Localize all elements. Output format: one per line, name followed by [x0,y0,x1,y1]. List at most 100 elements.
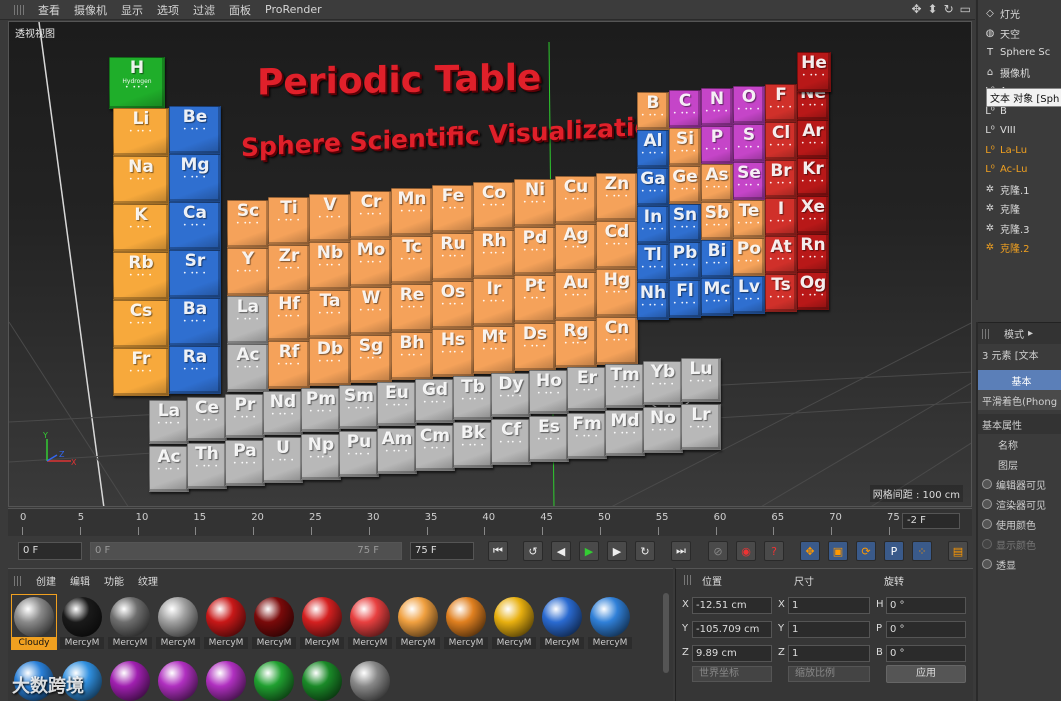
size-z-field[interactable]: 1 [788,645,870,662]
object-row[interactable]: L⁰ Ac-Lu [978,160,1061,180]
material-swatch[interactable]: MercyM [204,595,248,649]
film-icon[interactable]: ▤ [948,541,968,561]
param-key-icon[interactable]: P [884,541,904,561]
material-swatch[interactable] [252,659,296,701]
world-coords-dropdown[interactable]: 世界坐标 [692,666,772,682]
object-row[interactable]: ⌂ 摄像机 [978,63,1061,83]
element-tile: Sr • •• • [169,250,221,298]
material-swatch[interactable]: MercyM [156,595,200,649]
object-row[interactable]: ✲ 克隆.2 [978,238,1061,258]
tab-phong[interactable]: 平滑着色(Phong [978,390,1061,410]
next-key-icon[interactable]: ↻ [635,541,655,561]
menu-view[interactable]: 查看 [38,2,60,18]
prev-frame-icon[interactable]: ◀ [551,541,571,561]
apply-button[interactable]: 应用 [886,665,966,683]
position-x-field[interactable]: -12.51 cm [692,597,772,614]
material-swatch[interactable] [204,659,248,701]
record-disabled-icon[interactable]: ⊘ [708,541,728,561]
radio-icon[interactable] [982,559,992,569]
menu-prorender[interactable]: ProRender [265,3,322,16]
grip-icon[interactable] [14,575,22,586]
menu-texture[interactable]: 纹理 [138,573,158,588]
material-swatch[interactable] [108,659,152,701]
menu-panel[interactable]: 面板 [229,2,251,18]
rotate-view-icon[interactable]: ↻ [944,2,954,16]
scale-dropdown[interactable]: 缩放比例 [788,666,870,682]
object-row[interactable]: ◍ 天空 [978,24,1061,44]
material-swatch[interactable]: MercyM [300,595,344,649]
material-swatch[interactable] [348,659,392,701]
menu-edit[interactable]: 编辑 [70,573,90,588]
maximize-view-icon[interactable]: ▭ [960,2,971,16]
range-slider[interactable]: 0 F 75 F [90,542,402,560]
position-y-field[interactable]: -105.709 cm [692,621,772,638]
object-row[interactable]: ✲ 克隆 [978,199,1061,219]
menu-options[interactable]: 选项 [157,2,179,18]
go-to-end-icon[interactable]: ⏭ [671,541,691,561]
radio-icon[interactable] [982,519,992,529]
menu-filter[interactable]: 过滤 [193,2,215,18]
material-ball [542,597,582,637]
material-swatch[interactable]: MercyM [444,595,488,649]
move-view-icon[interactable]: ✥ [911,2,921,16]
go-to-start-icon[interactable]: ⏮ [488,541,508,561]
keyframe-help-icon[interactable]: ? [764,541,784,561]
arrow-right-icon[interactable]: ▸ [1028,328,1033,339]
radio-icon[interactable] [982,479,992,489]
move-key-icon[interactable]: ✥ [800,541,820,561]
grip-icon[interactable] [982,328,990,339]
element-symbol: Nh [639,283,667,303]
material-swatch[interactable]: MercyM [588,595,632,649]
next-frame-icon[interactable]: ▶ [607,541,627,561]
grip-icon[interactable] [14,4,24,15]
play-icon[interactable]: ▶ [579,541,599,561]
grip-icon[interactable] [684,575,692,585]
menu-camera[interactable]: 摄像机 [74,2,107,18]
object-row[interactable]: L⁰ VIII [978,121,1061,141]
material-swatch[interactable]: MercyM [252,595,296,649]
material-swatch[interactable]: MercyM [396,595,440,649]
material-scrollbar[interactable] [663,593,669,673]
end-frame-field[interactable]: 75 F [410,542,474,560]
scale-key-icon[interactable]: ▣ [828,541,848,561]
material-swatch[interactable]: MercyM [348,595,392,649]
menu-function[interactable]: 功能 [104,573,124,588]
mode-menu[interactable]: 模式 [1004,326,1024,341]
rotation-b-field[interactable]: 0 ° [886,645,966,662]
perspective-viewport[interactable]: 透视视图 网格间距 : 100 cm Y Z X Periodic Table … [8,21,972,507]
pla-key-icon[interactable]: ⁘ [912,541,932,561]
transparency-row[interactable]: 透显 [978,554,1061,574]
material-swatch[interactable]: MercyM [60,595,104,649]
object-row[interactable]: ◇ 灯光 [978,4,1061,24]
use-color-row[interactable]: 使用颜色 [978,514,1061,534]
rotation-p-field[interactable]: 0 ° [886,621,966,638]
render-visible-row[interactable]: 渲染器可见 [978,494,1061,514]
tab-basic[interactable]: 基本 [978,370,1061,390]
material-swatch[interactable] [156,659,200,701]
object-row[interactable]: L⁰ La-Lu [978,141,1061,161]
menu-create[interactable]: 创建 [36,573,56,588]
material-swatch[interactable] [300,659,344,701]
object-row[interactable]: ✲ 克隆.3 [978,219,1061,239]
start-frame-field[interactable]: 0 F [18,542,82,560]
rotation-h-field[interactable]: 0 ° [886,597,966,614]
material-swatch[interactable]: Cloudy [11,594,57,650]
prev-key-icon[interactable]: ↺ [523,541,543,561]
size-x-field[interactable]: 1 [788,597,870,614]
menu-display[interactable]: 显示 [121,2,143,18]
size-y-field[interactable]: 1 [788,621,870,638]
radio-icon[interactable] [982,499,992,509]
autokey-icon[interactable]: ◉ [736,541,756,561]
timeline-ruler[interactable]: 0 5 10 15 20 25 30 35 40 45 50 55 60 65 70 75 -2 F [8,508,972,536]
rotate-key-icon[interactable]: ⟳ [856,541,876,561]
object-row[interactable]: ✲ 克隆.1 [978,180,1061,200]
editor-visible-row[interactable]: 编辑器可见 [978,474,1061,494]
material-swatch[interactable]: MercyM [492,595,536,649]
material-swatch[interactable]: MercyM [540,595,584,649]
material-swatch[interactable]: MercyM [108,595,152,649]
object-row[interactable]: T Sphere Sc [978,43,1061,63]
current-frame-field[interactable]: -2 F [902,513,960,529]
dolly-view-icon[interactable]: ⬍ [928,2,938,16]
element-tile: Mn • •• • [391,188,433,236]
position-z-field[interactable]: 9.89 cm [692,645,772,662]
